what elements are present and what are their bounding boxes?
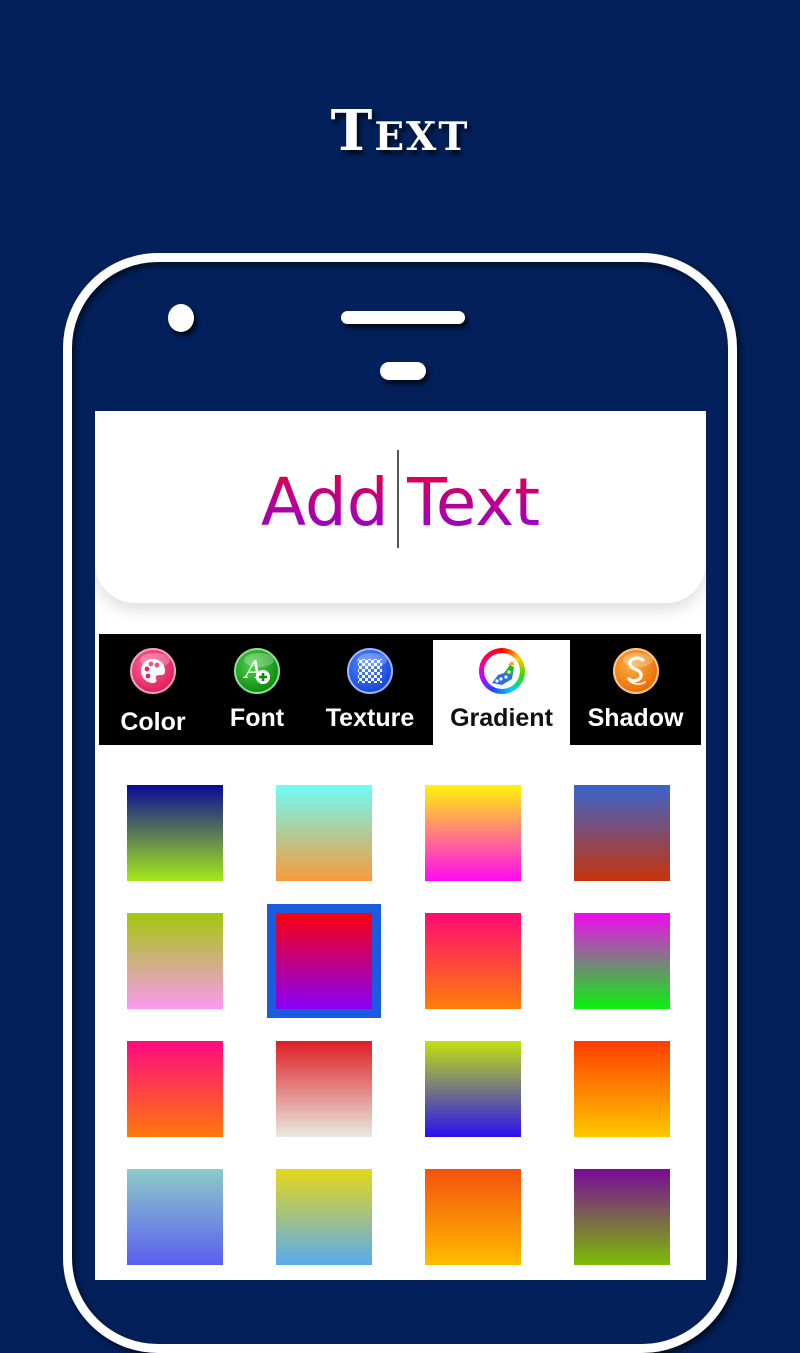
tab-texture[interactable]: Texture [307, 634, 433, 745]
text-preview[interactable]: Add Text [95, 449, 706, 556]
preview-text-after-cursor: Text [406, 464, 541, 541]
phone-sensor [380, 362, 426, 380]
gradient-swatch[interactable] [574, 1169, 670, 1265]
tab-color[interactable]: Color [99, 634, 207, 745]
gradient-swatch[interactable] [425, 785, 521, 881]
gradient-swatch[interactable] [425, 1041, 521, 1137]
gradient-swatch-grid [95, 745, 706, 1280]
gradient-swatch-selected[interactable] [267, 904, 381, 1018]
app-screen: Add Text Color A Font Texture Gradient S… [95, 411, 706, 1280]
preview-text-before-cursor: Add [260, 464, 389, 541]
gradient-swatch[interactable] [276, 1169, 372, 1265]
gradient-swatch[interactable] [425, 1169, 521, 1265]
tab-font[interactable]: A Font [207, 634, 307, 745]
tab-texture-label: Texture [325, 704, 415, 732]
tab-font-label: Font [229, 704, 285, 732]
tab-gradient[interactable]: Gradient [433, 640, 570, 745]
style-tab-bar: Color A Font Texture Gradient Shadow [99, 634, 701, 745]
gradient-swatch[interactable] [276, 785, 372, 881]
gradient-swatch[interactable] [127, 1169, 223, 1265]
font-add-icon: A [234, 648, 280, 694]
headline-title: Text [330, 98, 470, 164]
gradient-swatch[interactable] [127, 913, 223, 1009]
gradient-swatch[interactable] [574, 1041, 670, 1137]
gradient-swatch[interactable] [127, 785, 223, 881]
gradient-swatch[interactable] [276, 1041, 372, 1137]
gradient-swatch[interactable] [425, 913, 521, 1009]
shadow-s-icon [612, 648, 659, 694]
rainbow-gradient-icon [478, 648, 525, 694]
gradient-swatch[interactable] [574, 785, 670, 881]
phone-speaker [341, 311, 465, 324]
phone-camera [168, 304, 194, 332]
palette-icon [130, 648, 176, 694]
gradient-swatch[interactable] [127, 1041, 223, 1137]
tab-shadow[interactable]: Shadow [570, 634, 701, 745]
text-preview-panel[interactable]: Add Text [95, 411, 706, 603]
tab-shadow-label: Shadow [587, 704, 684, 732]
tab-gradient-label: Gradient [450, 704, 553, 732]
text-cursor [396, 449, 399, 548]
tab-color-label: Color [120, 708, 186, 736]
checker-texture-icon [347, 648, 393, 694]
gradient-swatch[interactable] [574, 913, 670, 1009]
